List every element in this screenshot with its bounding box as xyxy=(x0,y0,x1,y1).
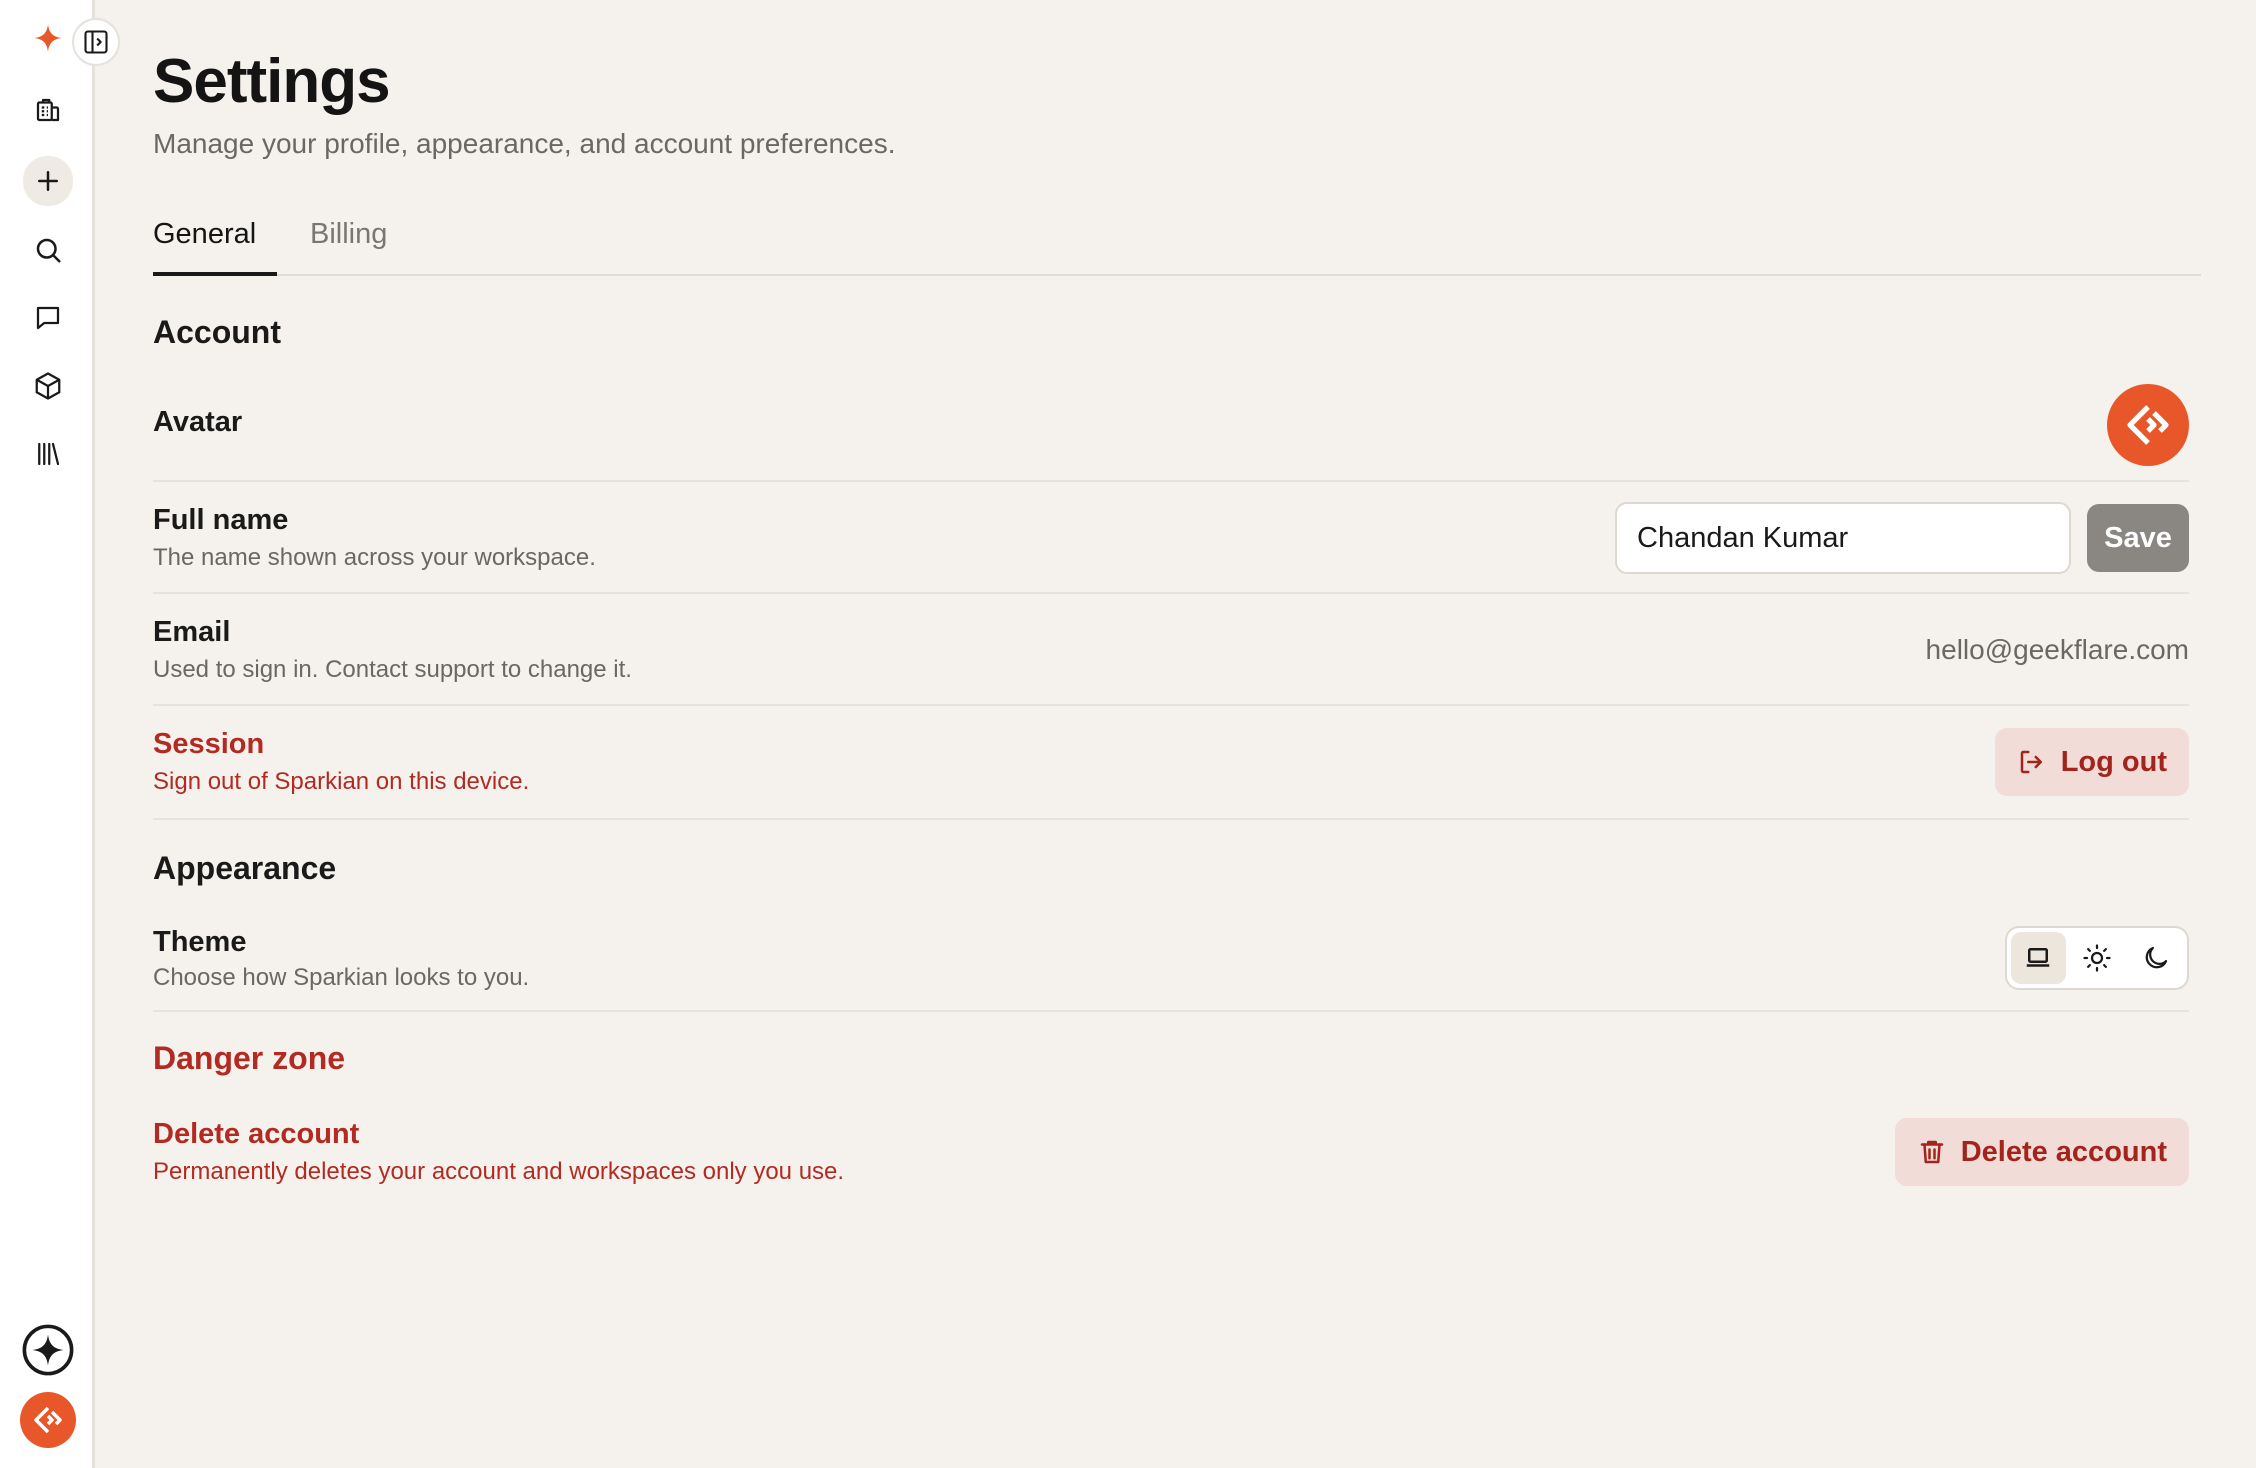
delete-account-row: Delete account Permanently deletes your … xyxy=(153,1104,2189,1208)
full-name-input[interactable] xyxy=(1615,502,2071,574)
laptop-icon xyxy=(2027,948,2050,967)
page-title: Settings xyxy=(153,47,391,116)
account-section-title: Account xyxy=(153,314,281,350)
full-name-row: Full name The name shown across your wor… xyxy=(153,482,2189,594)
plus-icon[interactable] xyxy=(23,156,73,206)
chat-icon[interactable] xyxy=(24,294,72,342)
sidebar xyxy=(0,0,95,1468)
log-out-label: Log out xyxy=(2060,745,2167,778)
email-description: Used to sign in. Contact support to chan… xyxy=(153,656,632,683)
sparkle-circle-icon[interactable] xyxy=(20,1322,76,1378)
building-icon[interactable] xyxy=(24,86,72,134)
collapse-sidebar-button[interactable] xyxy=(72,18,120,66)
theme-light-option[interactable] xyxy=(2070,932,2125,984)
avatar-row: Avatar xyxy=(153,378,2189,482)
user-avatar[interactable] xyxy=(20,1392,76,1448)
session-row: Session Sign out of Sparkian on this dev… xyxy=(153,706,2189,820)
sun-icon xyxy=(2083,944,2111,972)
delete-account-button-label: Delete account xyxy=(1960,1135,2167,1168)
tab-general[interactable]: General xyxy=(153,212,277,276)
avatar-label: Avatar xyxy=(153,406,243,438)
full-name-description: The name shown across your workspace. xyxy=(153,544,596,571)
profile-avatar[interactable] xyxy=(2107,384,2189,466)
moon-icon xyxy=(2145,946,2167,969)
danger-zone-title: Danger zone xyxy=(153,1040,346,1076)
theme-description: Choose how Sparkian looks to you. xyxy=(153,964,530,991)
theme-row: Theme Choose how Sparkian looks to you. xyxy=(153,908,2189,1012)
delete-account-description: Permanently deletes your account and wor… xyxy=(153,1158,845,1185)
tab-billing[interactable]: Billing xyxy=(310,212,387,276)
settings-main: Settings Manage your profile, appearance… xyxy=(153,0,2203,1468)
email-label: Email xyxy=(153,616,231,648)
search-icon[interactable] xyxy=(24,226,72,274)
library-icon[interactable] xyxy=(24,430,72,478)
delete-account-label: Delete account xyxy=(153,1118,360,1150)
theme-system-option[interactable] xyxy=(2011,932,2066,984)
log-out-button[interactable]: Log out xyxy=(1994,728,2189,796)
full-name-label: Full name xyxy=(153,504,289,536)
email-value: hello@geekflare.com xyxy=(1925,634,2189,665)
log-out-icon xyxy=(2020,750,2042,774)
cube-icon[interactable] xyxy=(24,362,72,410)
theme-selector xyxy=(2005,926,2189,990)
trash-icon xyxy=(1920,1140,1943,1164)
theme-dark-option[interactable] xyxy=(2128,932,2183,984)
delete-account-button[interactable]: Delete account xyxy=(1894,1118,2189,1186)
theme-label: Theme xyxy=(153,926,247,958)
settings-tabs: General Billing xyxy=(153,212,2201,276)
session-label: Session xyxy=(153,728,265,760)
email-row: Email Used to sign in. Contact support t… xyxy=(153,594,2189,706)
page-subtitle: Manage your profile, appearance, and acc… xyxy=(153,128,896,159)
save-button[interactable]: Save xyxy=(2087,504,2189,572)
appearance-section-title: Appearance xyxy=(153,850,337,886)
session-description: Sign out of Sparkian on this device. xyxy=(153,768,530,795)
sparkle-logo-icon[interactable] xyxy=(24,14,72,62)
